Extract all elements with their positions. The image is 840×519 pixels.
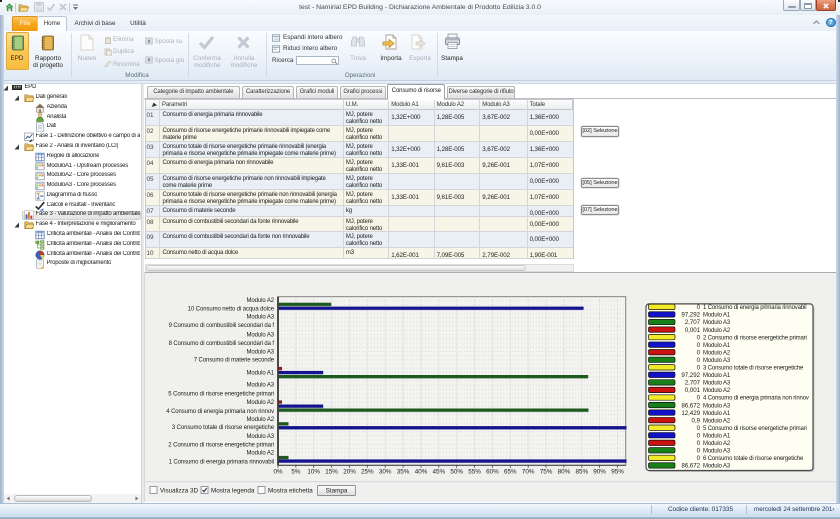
svg-text:65%: 65% (504, 469, 517, 476)
svg-text:97,292: 97,292 (681, 372, 700, 379)
svg-text:15%: 15% (325, 469, 338, 476)
svg-text:0: 0 (697, 342, 701, 349)
svg-text:12,429: 12,429 (681, 410, 700, 417)
svg-text:Modulo A3: Modulo A3 (703, 381, 731, 387)
svg-text:4 Consumo di energia primaria: 4 Consumo di energia primaria non rinnov (703, 396, 809, 402)
svg-text:5%: 5% (291, 469, 301, 476)
svg-text:90%: 90% (593, 469, 606, 476)
svg-text:2,707: 2,707 (685, 380, 701, 387)
svg-text:50%: 50% (450, 469, 463, 476)
svg-text:55%: 55% (468, 469, 481, 476)
svg-text:Visualizza 3D: Visualizza 3D (160, 488, 198, 495)
svg-text:97,292: 97,292 (681, 312, 700, 319)
svg-text:Modulo A3: Modulo A3 (703, 358, 731, 364)
svg-text:0: 0 (697, 455, 701, 462)
svg-text:Modulo A2: Modulo A2 (703, 350, 731, 356)
svg-text:0,9: 0,9 (692, 417, 701, 424)
svg-text:8 Consumo di combustibili seco: 8 Consumo di combustibili secondari da f (169, 341, 275, 347)
svg-text:5 Consumo di risorse energetic: 5 Consumo di risorse energetiche primari (168, 391, 274, 397)
svg-text:Modulo A3: Modulo A3 (247, 349, 275, 355)
svg-text:2 Consumo di risorse energetic: 2 Consumo di risorse energetiche primari (168, 443, 274, 449)
svg-text:85%: 85% (575, 469, 588, 476)
svg-text:0: 0 (697, 304, 701, 311)
svg-text:10 Consumo netto di acqua dolc: 10 Consumo netto di acqua dolce (188, 306, 275, 312)
svg-text:Modulo A2: Modulo A2 (703, 328, 731, 334)
svg-text:0,001: 0,001 (685, 387, 701, 394)
svg-text:Modulo A1: Modulo A1 (703, 411, 731, 417)
svg-text:Modulo A3: Modulo A3 (703, 464, 731, 470)
svg-text:0: 0 (697, 365, 701, 372)
svg-text:4 Consumo di energia primaria: 4 Consumo di energia primaria non rinnov (166, 409, 274, 415)
svg-text:Modulo A3: Modulo A3 (247, 434, 275, 440)
svg-text:30%: 30% (379, 469, 392, 476)
svg-text:0: 0 (697, 334, 701, 341)
svg-text:Modulo A3: Modulo A3 (703, 320, 731, 326)
svg-text:75%: 75% (540, 469, 553, 476)
svg-text:Modulo A3: Modulo A3 (247, 383, 275, 389)
svg-text:Modulo A1: Modulo A1 (703, 343, 731, 349)
svg-text:5 Consumo di risorse energetic: 5 Consumo di risorse energetiche primari (703, 426, 807, 432)
svg-text:25%: 25% (361, 469, 374, 476)
svg-text:Modulo A1: Modulo A1 (247, 370, 275, 376)
svg-text:0: 0 (697, 395, 701, 402)
svg-text:Modulo A3: Modulo A3 (703, 403, 731, 409)
svg-text:Modulo A2: Modulo A2 (247, 417, 275, 423)
svg-text:0: 0 (697, 357, 701, 364)
svg-text:Modulo A1: Modulo A1 (703, 313, 731, 319)
svg-text:Modulo A1: Modulo A1 (703, 373, 731, 379)
svg-text:1 Consumo di energia primaria: 1 Consumo di energia primaria rinnovabil (703, 305, 806, 311)
svg-text:Modulo A3: Modulo A3 (247, 332, 275, 338)
svg-text:0: 0 (697, 349, 701, 356)
svg-text:45%: 45% (432, 469, 445, 476)
svg-text:0: 0 (697, 440, 701, 447)
svg-text:Modulo A2: Modulo A2 (703, 418, 731, 424)
svg-text:35%: 35% (397, 469, 410, 476)
svg-text:70%: 70% (522, 469, 535, 476)
svg-text:60%: 60% (486, 469, 499, 476)
svg-text:40%: 40% (415, 469, 428, 476)
svg-text:Modulo A3: Modulo A3 (703, 449, 731, 455)
svg-text:80%: 80% (558, 469, 571, 476)
svg-text:Modulo A2: Modulo A2 (703, 388, 731, 394)
svg-text:10%: 10% (307, 469, 320, 476)
svg-text:Modulo A3: Modulo A3 (247, 315, 275, 321)
svg-text:1 Consumo di energia primaria: 1 Consumo di energia primaria rinnovabil (169, 460, 274, 466)
svg-text:0%: 0% (273, 469, 283, 476)
svg-text:0,001: 0,001 (685, 327, 701, 334)
svg-text:86,672: 86,672 (681, 463, 700, 470)
svg-text:3 Consumo totale di risorse en: 3 Consumo totale di risorse energetiche (172, 425, 275, 431)
svg-text:9 Consumo di combustibili seco: 9 Consumo di combustibili secondari da f (169, 323, 275, 329)
svg-text:Modulo A2: Modulo A2 (247, 298, 275, 304)
svg-text:7 Consumo di materie seconde: 7 Consumo di materie seconde (194, 358, 275, 364)
svg-text:6 Consumo totale di risorse en: 6 Consumo totale di risorse energetiche (703, 456, 804, 462)
svg-text:0: 0 (697, 425, 701, 432)
svg-text:95%: 95% (611, 469, 624, 476)
svg-text:3 Consumo totale di risorse en: 3 Consumo totale di risorse energetiche (703, 366, 804, 372)
svg-text:2,707: 2,707 (685, 319, 701, 326)
svg-text:Mostra legenda: Mostra legenda (211, 488, 255, 495)
svg-text:20%: 20% (343, 469, 356, 476)
svg-text:Modulo A2: Modulo A2 (247, 450, 275, 456)
svg-text:2 Consumo di risorse energetic: 2 Consumo di risorse energetiche primari (703, 335, 807, 341)
svg-text:Modulo A2: Modulo A2 (247, 400, 275, 406)
svg-text:0: 0 (697, 432, 701, 439)
svg-text:86,672: 86,672 (681, 402, 700, 409)
svg-text:Stampa: Stampa (326, 488, 348, 495)
svg-text:Modulo A1: Modulo A1 (703, 433, 731, 439)
svg-text:0: 0 (697, 448, 701, 455)
svg-text:Mostra etichetta: Mostra etichetta (268, 488, 313, 495)
svg-text:Modulo A2: Modulo A2 (703, 441, 731, 447)
